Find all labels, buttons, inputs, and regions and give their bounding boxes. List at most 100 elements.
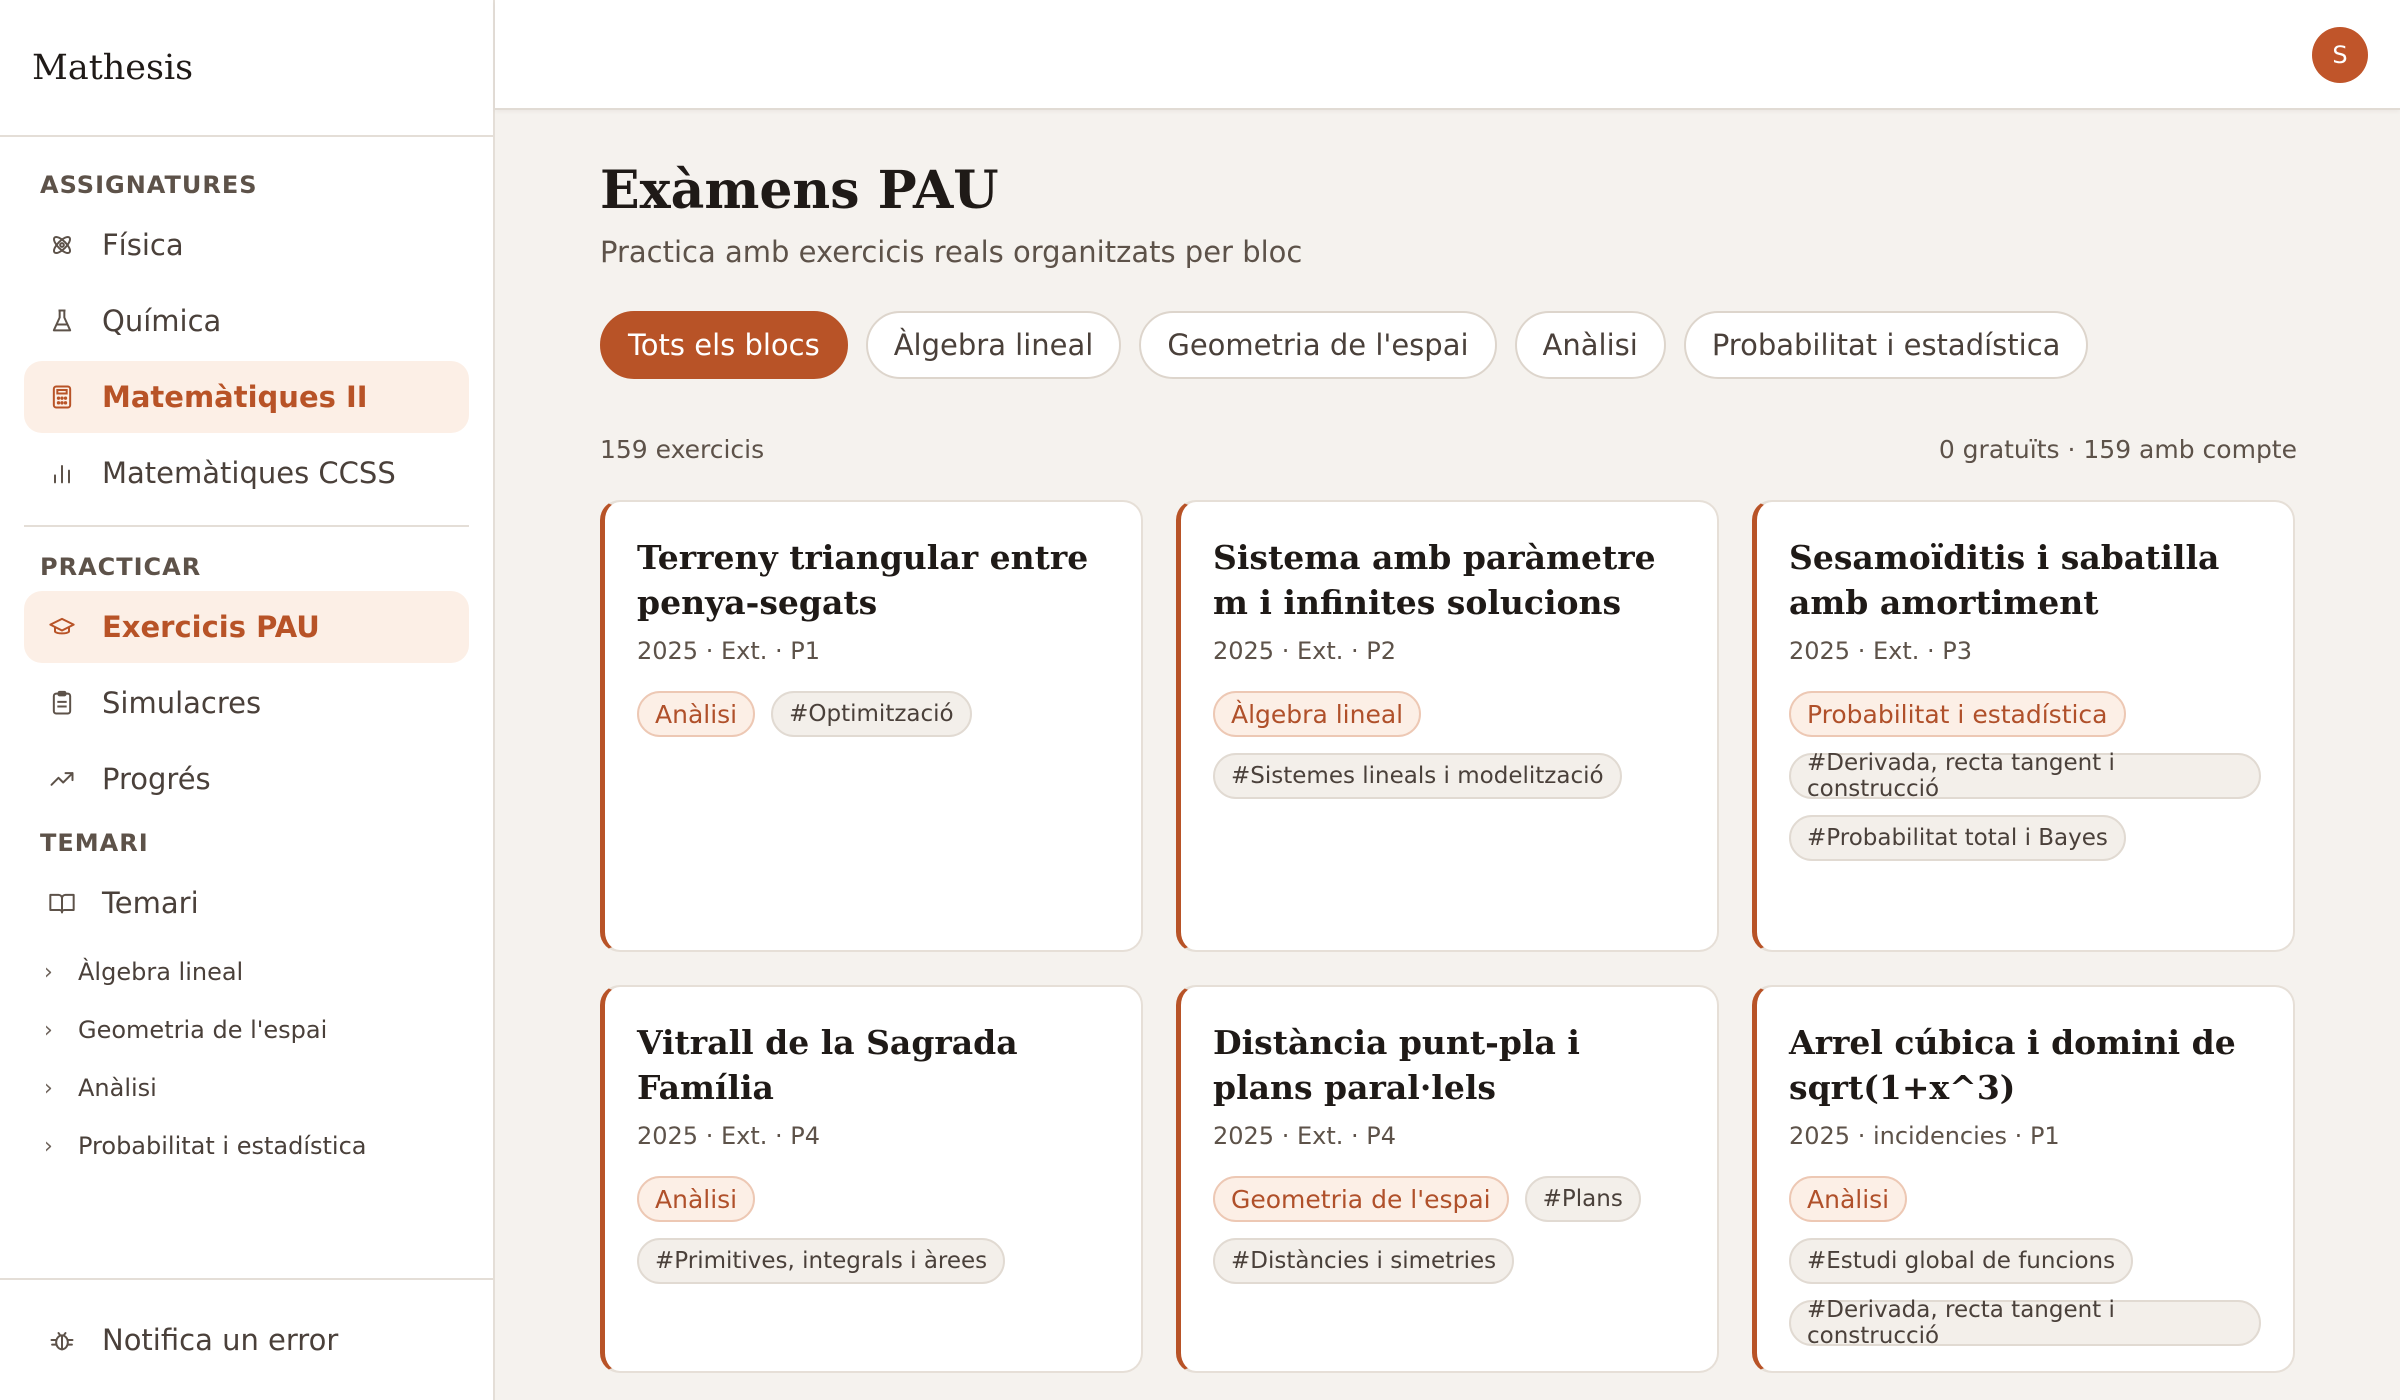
- topic-tag: #Sistemes lineals i modelització: [1213, 753, 1622, 800]
- block-tag: Anàlisi: [637, 1176, 756, 1223]
- chevron-right-icon: ›: [44, 1017, 53, 1043]
- exercise-grid: Terreny triangular entre penya-segats 20…: [600, 500, 2297, 1373]
- sidebar-item-matematiques-ii[interactable]: Matemàtiques II: [24, 361, 469, 433]
- bar-chart-icon: [48, 459, 76, 487]
- exercise-card[interactable]: Vitrall de la Sagrada Família 2025 · Ext…: [600, 985, 1143, 1373]
- sidebar-footer: Notifica un error: [0, 1278, 493, 1400]
- trending-up-icon: [48, 765, 76, 793]
- syllabus-item-label: Geometria de l'espai: [78, 1016, 328, 1044]
- sidebar-item-label: Química: [102, 304, 222, 338]
- card-meta: 2025 · Ext. · P2: [1213, 637, 1396, 666]
- brand-logo[interactable]: Mathesis: [0, 0, 493, 137]
- sidebar-item-label: Temari: [102, 886, 199, 920]
- block-tag: Anàlisi: [637, 691, 756, 738]
- access-count: 0 gratuïts · 159 amb compte: [1938, 435, 2297, 464]
- page-subtitle: Practica amb exercicis reals organitzats…: [600, 235, 1303, 269]
- card-tags: Probabilitat i estadística #Derivada, re…: [1789, 691, 2261, 862]
- exercise-card[interactable]: Terreny triangular entre penya-segats 20…: [600, 500, 1143, 952]
- clipboard-icon: [48, 689, 76, 717]
- syllabus-section: TEMARI Temari: [0, 829, 493, 939]
- report-error-button[interactable]: Notifica un error: [24, 1304, 469, 1376]
- page-title: Exàmens PAU: [600, 160, 999, 221]
- practice-section: PRACTICAR Exercicis PAU Simulacres Progr…: [0, 553, 493, 815]
- syllabus-item-label: Anàlisi: [78, 1074, 157, 1102]
- chevron-right-icon: ›: [44, 1075, 53, 1101]
- syllabus-list: › Àlgebra lineal › Geometria de l'espai …: [0, 943, 493, 1175]
- filter-chip-algebra[interactable]: Àlgebra lineal: [865, 311, 1122, 379]
- filter-chip-all[interactable]: Tots els blocs: [600, 311, 848, 379]
- card-meta: 2025 · Ext. · P1: [637, 637, 820, 666]
- sidebar-item-matematiques-ccss[interactable]: Matemàtiques CCSS: [24, 437, 469, 509]
- card-tags: Geometria de l'espai #Plans #Distàncies …: [1213, 1176, 1685, 1285]
- sidebar-item-label: Matemàtiques CCSS: [102, 456, 396, 490]
- flask-icon: [48, 307, 76, 335]
- filter-bar: Tots els blocs Àlgebra lineal Geometria …: [600, 311, 2297, 379]
- atom-icon: [48, 231, 76, 259]
- card-title: Sesamoïditis i sabatilla amb amortiment: [1789, 538, 2220, 622]
- card-title: Arrel cúbica i domini de sqrt(1+x^3): [1789, 1023, 2236, 1107]
- syllabus-item-analisi[interactable]: › Anàlisi: [0, 1059, 493, 1117]
- section-title-subjects: ASSIGNATURES: [40, 171, 258, 199]
- syllabus-item-label: Àlgebra lineal: [78, 958, 244, 986]
- filter-chip-probabilitat[interactable]: Probabilitat i estadística: [1683, 311, 2089, 379]
- top-bar: S: [495, 0, 2400, 110]
- exercise-card[interactable]: Distància punt-pla i plans paral·lels 20…: [1176, 985, 1719, 1373]
- card-title: Vitrall de la Sagrada Família: [637, 1023, 1018, 1107]
- exercise-card[interactable]: Sistema amb paràmetre m i infinites solu…: [1176, 500, 1719, 952]
- block-tag: Àlgebra lineal: [1213, 691, 1422, 738]
- calculator-icon: [48, 383, 76, 411]
- card-tags: Anàlisi #Optimització: [637, 691, 1109, 738]
- syllabus-item-label: Probabilitat i estadística: [78, 1132, 367, 1160]
- chevron-right-icon: ›: [44, 1133, 53, 1159]
- topic-tag: #Estudi global de funcions: [1789, 1238, 2134, 1285]
- card-meta: 2025 · incidencies · P1: [1789, 1122, 2060, 1151]
- sidebar-item-label: Progrés: [102, 762, 211, 796]
- card-meta: 2025 · Ext. · P4: [637, 1122, 820, 1151]
- block-tag: Probabilitat i estadística: [1789, 691, 2126, 738]
- section-title-practice: PRACTICAR: [40, 553, 202, 581]
- card-title: Sistema amb paràmetre m i infinites solu…: [1213, 538, 1656, 622]
- topic-tag: #Optimització: [771, 691, 972, 738]
- syllabus-item-algebra[interactable]: › Àlgebra lineal: [0, 943, 493, 1001]
- filter-chip-analisi[interactable]: Anàlisi: [1514, 311, 1666, 379]
- sidebar-item-label: Exercicis PAU: [102, 610, 320, 644]
- book-icon: [48, 889, 76, 917]
- report-error-label: Notifica un error: [102, 1323, 339, 1357]
- bug-icon: [48, 1326, 76, 1354]
- topic-tag: #Probabilitat total i Bayes: [1789, 815, 2126, 862]
- sidebar-item-label: Simulacres: [102, 686, 262, 720]
- topic-tag: #Derivada, recta tangent i construcció: [1789, 1297, 2261, 1349]
- sidebar-divider: [24, 525, 469, 527]
- syllabus-item-probabilitat[interactable]: › Probabilitat i estadística: [0, 1117, 493, 1175]
- card-tags: Àlgebra lineal #Sistemes lineals i model…: [1213, 691, 1685, 800]
- card-tags: Anàlisi #Estudi global de funcions #Deri…: [1789, 1176, 2261, 1349]
- card-meta: 2025 · Ext. · P4: [1213, 1122, 1396, 1151]
- card-title: Distància punt-pla i plans paral·lels: [1213, 1023, 1580, 1107]
- topic-tag: #Derivada, recta tangent i construcció: [1789, 750, 2261, 802]
- card-title: Terreny triangular entre penya-segats: [637, 538, 1089, 622]
- card-tags: Anàlisi #Primitives, integrals i àrees: [637, 1176, 1109, 1285]
- avatar[interactable]: S: [2312, 27, 2368, 83]
- sidebar-item-simulacres[interactable]: Simulacres: [24, 667, 469, 739]
- sidebar-item-fisica[interactable]: Física: [24, 209, 469, 281]
- sidebar-item-quimica[interactable]: Química: [24, 285, 469, 357]
- topic-tag: #Distàncies i simetries: [1213, 1238, 1515, 1285]
- sidebar-item-exercicis-pau[interactable]: Exercicis PAU: [24, 591, 469, 663]
- sidebar-item-progres[interactable]: Progrés: [24, 743, 469, 815]
- block-tag: Anàlisi: [1789, 1176, 1908, 1223]
- subjects-section: ASSIGNATURES Física Química Matemàtiques…: [0, 171, 493, 509]
- sidebar: Mathesis ASSIGNATURES Física Química Mat…: [0, 0, 495, 1400]
- sidebar-item-temari[interactable]: Temari: [24, 867, 469, 939]
- card-meta: 2025 · Ext. · P3: [1789, 637, 1972, 666]
- exercise-card[interactable]: Sesamoïditis i sabatilla amb amortiment …: [1752, 500, 2295, 952]
- chevron-right-icon: ›: [44, 959, 53, 985]
- filter-chip-geometria[interactable]: Geometria de l'espai: [1139, 311, 1497, 379]
- exercise-card[interactable]: Arrel cúbica i domini de sqrt(1+x^3) 202…: [1752, 985, 2295, 1373]
- sidebar-item-label: Física: [102, 228, 184, 262]
- sidebar-item-label: Matemàtiques II: [102, 380, 368, 414]
- section-title-syllabus: TEMARI: [40, 829, 149, 857]
- syllabus-item-geometria[interactable]: › Geometria de l'espai: [0, 1001, 493, 1059]
- topic-tag: #Plans: [1524, 1176, 1641, 1223]
- main-content: Exàmens PAU Practica amb exercicis reals…: [600, 110, 2297, 1373]
- block-tag: Geometria de l'espai: [1213, 1176, 1509, 1223]
